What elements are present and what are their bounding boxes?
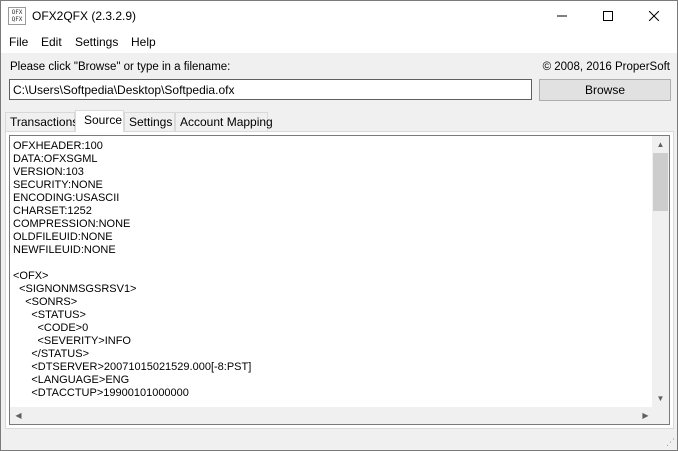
scrollbar-corner [652, 407, 669, 424]
filename-prompt-label: Please click "Browse" or type in a filen… [10, 61, 231, 73]
tab-panel-source: OFXHEADER:100 DATA:OFXSGML VERSION:103 SECU… [5, 131, 674, 429]
tab-account-mapping[interactable]: Account Mapping [175, 112, 273, 131]
scroll-up-icon[interactable]: ▲ [652, 136, 669, 153]
source-line: <DTACCTUP>19900101000000 [13, 387, 189, 399]
source-line: CHARSET:1252 [13, 205, 92, 217]
source-line: <SIGNONMSGSRSV1> [13, 283, 137, 295]
tab-source[interactable]: Source [75, 110, 124, 132]
close-button[interactable] [631, 1, 677, 31]
minimize-button[interactable] [539, 1, 585, 31]
source-line: NEWFILEUID:NONE [13, 244, 116, 256]
app-icon-top-text: OFX [11, 9, 23, 16]
app-icon[interactable]: OFX QFX [8, 7, 26, 25]
maximize-icon [603, 11, 613, 21]
app-icon-bottom-text: QFX [11, 16, 23, 23]
source-line: COMPRESSION:NONE [13, 218, 131, 230]
source-line: <SONRS> [13, 296, 78, 308]
menu-bar: File Edit Settings Help [1, 31, 677, 53]
source-line [13, 257, 653, 270]
source-line: ENCODING:USASCII [13, 192, 120, 204]
source-line: VERSION:103 [13, 166, 84, 178]
vertical-scroll-thumb[interactable] [653, 153, 668, 211]
menu-settings[interactable]: Settings [75, 35, 118, 49]
scroll-down-icon[interactable]: ▼ [652, 390, 669, 407]
source-line: </STATUS> [13, 348, 90, 360]
source-line: <CODE>0 [13, 322, 89, 334]
menu-help[interactable]: Help [131, 35, 156, 49]
menu-file[interactable]: File [9, 35, 28, 49]
browse-button[interactable]: Browse [539, 79, 671, 101]
source-line: <OFX> [13, 270, 49, 282]
source-line: <STATUS> [13, 309, 86, 321]
maximize-button[interactable] [585, 1, 631, 31]
tab-transactions[interactable]: Transactions [5, 112, 78, 131]
window-title: OFX2QFX (2.3.2.9) [32, 9, 137, 23]
source-line: <LANGUAGE>ENG [13, 374, 130, 386]
source-line: <DTSERVER>20071015021529.000[-8:PST] [13, 361, 252, 373]
close-icon [649, 11, 659, 21]
title-bar[interactable]: OFX QFX OFX2QFX (2.3.2.9) [1, 1, 677, 31]
source-line: OLDFILEUID:NONE [13, 231, 113, 243]
source-textarea[interactable]: OFXHEADER:100 DATA:OFXSGML VERSION:103 SECU… [9, 135, 670, 425]
scroll-left-icon[interactable]: ◀ [10, 407, 27, 424]
source-line: DATA:OFXSGML [13, 153, 98, 165]
copyright-label: © 2008, 2016 ProperSoft [542, 61, 670, 73]
horizontal-scrollbar[interactable]: ◀ ▶ [10, 407, 654, 424]
vertical-scrollbar[interactable]: ▲ ▼ [652, 136, 669, 407]
source-content: OFXHEADER:100 DATA:OFXSGML VERSION:103 SECU… [13, 140, 653, 400]
filename-input[interactable] [9, 79, 532, 100]
resize-grip-icon[interactable]: ⋰ [666, 437, 675, 448]
app-window: OFX QFX OFX2QFX (2.3.2.9) File Edit Sett… [0, 0, 678, 451]
source-line: OFXHEADER:100 [13, 140, 103, 152]
source-line: <SEVERITY>INFO [13, 335, 131, 347]
tab-settings[interactable]: Settings [124, 112, 175, 131]
source-line: SECURITY:NONE [13, 179, 103, 191]
menu-edit[interactable]: Edit [41, 35, 62, 49]
minimize-icon [557, 15, 567, 17]
